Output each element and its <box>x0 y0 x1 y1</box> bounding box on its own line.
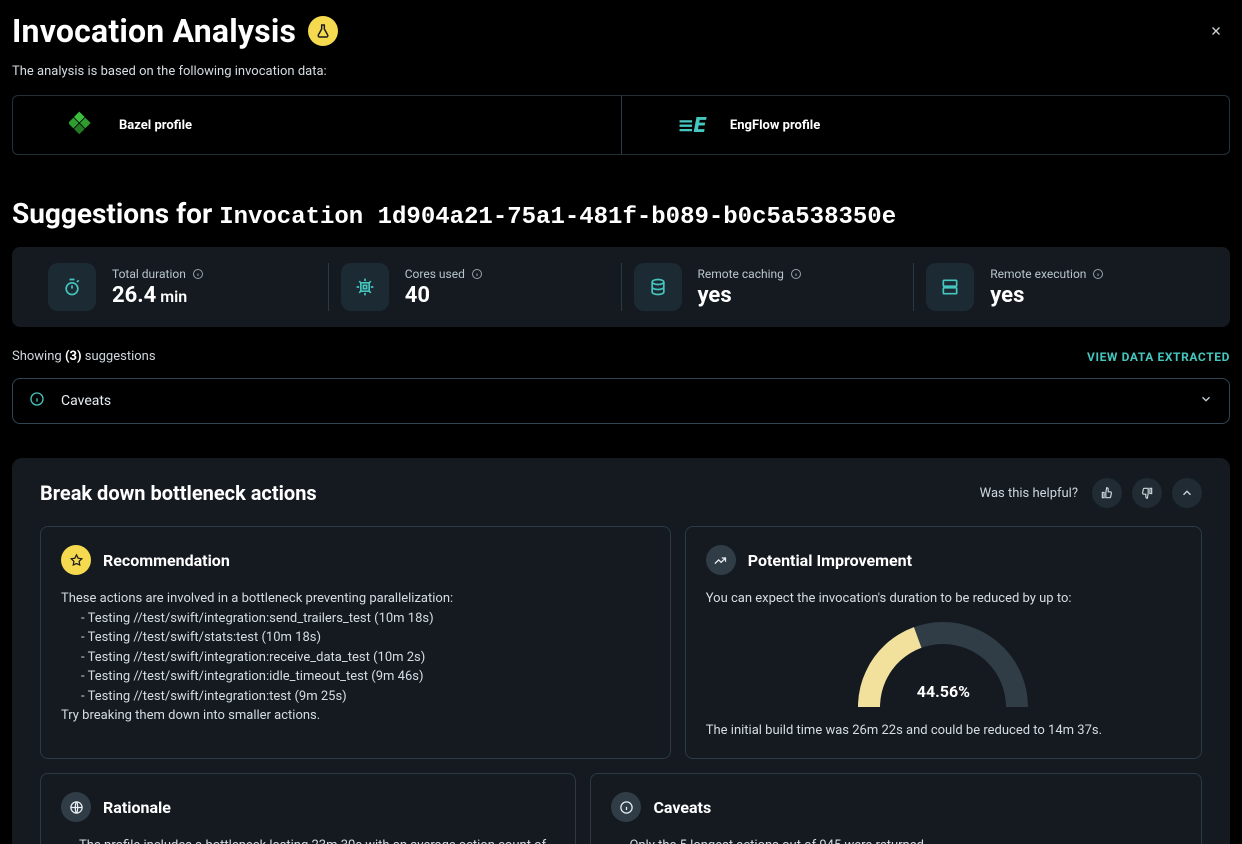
server-icon <box>926 263 974 311</box>
suggestions-heading: Suggestions for Invocation 1d904a21-75a1… <box>12 197 1230 231</box>
improvement-detail: The initial build time was 26m 22s and c… <box>706 721 1181 741</box>
reco-line-0: - Testing //test/swift/integration:send_… <box>81 609 650 629</box>
improvement-intro: You can expect the invocation's duration… <box>706 589 1181 609</box>
stat-duration-value: 26.4 <box>112 283 156 308</box>
view-data-extracted-link[interactable]: VIEW DATA EXTRACTED <box>1087 350 1230 364</box>
improvement-percent: 44.56% <box>853 682 1033 701</box>
tab-engflow-label: EngFlow profile <box>730 118 820 133</box>
showing-prefix: Showing <box>12 349 65 364</box>
info-icon[interactable] <box>1092 268 1104 280</box>
caveats-panel: Caveats Only the 5 longest actions out o… <box>590 773 1202 844</box>
flask-badge-icon <box>308 16 338 46</box>
cpu-icon <box>341 263 389 311</box>
info-icon <box>611 792 641 822</box>
rationale-bullet: The profile includes a bottleneck lastin… <box>79 836 555 844</box>
chevron-down-icon <box>1199 392 1213 410</box>
engflow-icon: ≡E <box>678 113 706 137</box>
recommendation-panel: Recommendation These actions are involve… <box>40 526 671 759</box>
suggestion-card-title: Break down bottleneck actions <box>40 481 317 505</box>
star-icon <box>61 545 91 575</box>
stat-exec-label: Remote execution <box>990 267 1086 281</box>
improvement-panel: Potential Improvement You can expect the… <box>685 526 1202 759</box>
caveats-accordion[interactable]: Caveats <box>12 378 1230 424</box>
info-icon[interactable] <box>192 268 204 280</box>
showing-number: (3) <box>65 349 82 364</box>
page-title-text: Invocation Analysis <box>12 12 296 50</box>
close-button[interactable] <box>1202 17 1230 45</box>
rationale-panel: Rationale The profile includes a bottlen… <box>40 773 576 844</box>
profile-tabs: Bazel profile ≡E EngFlow profile <box>12 95 1230 155</box>
stat-remote-caching: Remote caching yes <box>621 263 914 311</box>
reco-line-1: - Testing //test/swift/stats:test (10m 1… <box>81 628 650 648</box>
suggestions-heading-prefix: Suggestions for <box>12 197 219 230</box>
tab-bazel-label: Bazel profile <box>119 118 192 133</box>
collapse-button[interactable] <box>1172 478 1202 508</box>
trend-up-icon <box>706 545 736 575</box>
stat-total-duration: Total duration 26.4min <box>36 263 328 311</box>
info-icon[interactable] <box>471 268 483 280</box>
info-icon <box>29 391 45 411</box>
stat-cores-label: Cores used <box>405 267 465 281</box>
tab-engflow-profile[interactable]: ≡E EngFlow profile <box>621 96 1230 154</box>
page-title: Invocation Analysis <box>12 12 338 50</box>
stopwatch-icon <box>48 263 96 311</box>
recommendation-title: Recommendation <box>103 551 230 570</box>
database-icon <box>634 263 682 311</box>
reco-line-3: - Testing //test/swift/integration:idle_… <box>81 667 650 687</box>
stat-duration-unit: min <box>160 287 187 306</box>
caveats-panel-title: Caveats <box>653 798 711 817</box>
stat-cores-value: 40 <box>405 283 483 308</box>
caveats-bullet: Only the 5 longest actions out of 945 we… <box>629 836 1181 844</box>
globe-icon <box>61 792 91 822</box>
stat-remote-execution: Remote execution yes <box>913 263 1206 311</box>
feedback-question: Was this helpful? <box>980 486 1078 501</box>
info-icon[interactable] <box>790 268 802 280</box>
improvement-title: Potential Improvement <box>748 551 912 570</box>
caveats-accordion-title: Caveats <box>61 393 111 409</box>
recommendation-outro: Try breaking them down into smaller acti… <box>61 706 650 726</box>
thumbs-up-button[interactable] <box>1092 478 1122 508</box>
stat-caching-value: yes <box>698 283 802 308</box>
reco-line-4: - Testing //test/swift/integration:test … <box>81 687 650 707</box>
header-subtitle: The analysis is based on the following i… <box>12 64 1230 79</box>
stats-row: Total duration 26.4min Cores used <box>12 247 1230 327</box>
showing-suffix: suggestions <box>82 349 156 364</box>
stat-caching-label: Remote caching <box>698 267 784 281</box>
rationale-title: Rationale <box>103 798 171 817</box>
recommendation-intro: These actions are involved in a bottlene… <box>61 589 650 609</box>
reco-line-2: - Testing //test/swift/integration:recei… <box>81 648 650 668</box>
invocation-id: Invocation 1d904a21-75a1-481f-b089-b0c5a… <box>219 204 896 231</box>
improvement-gauge: 44.56% <box>853 617 1033 707</box>
showing-count: Showing (3) suggestions <box>12 349 156 364</box>
tab-bazel-profile[interactable]: Bazel profile <box>13 96 621 154</box>
stat-cores-used: Cores used 40 <box>328 263 621 311</box>
thumbs-down-button[interactable] <box>1132 478 1162 508</box>
stat-exec-value: yes <box>990 283 1104 308</box>
suggestion-card: Break down bottleneck actions Was this h… <box>12 458 1230 844</box>
stat-duration-label: Total duration <box>112 267 186 281</box>
bazel-icon <box>69 110 95 140</box>
